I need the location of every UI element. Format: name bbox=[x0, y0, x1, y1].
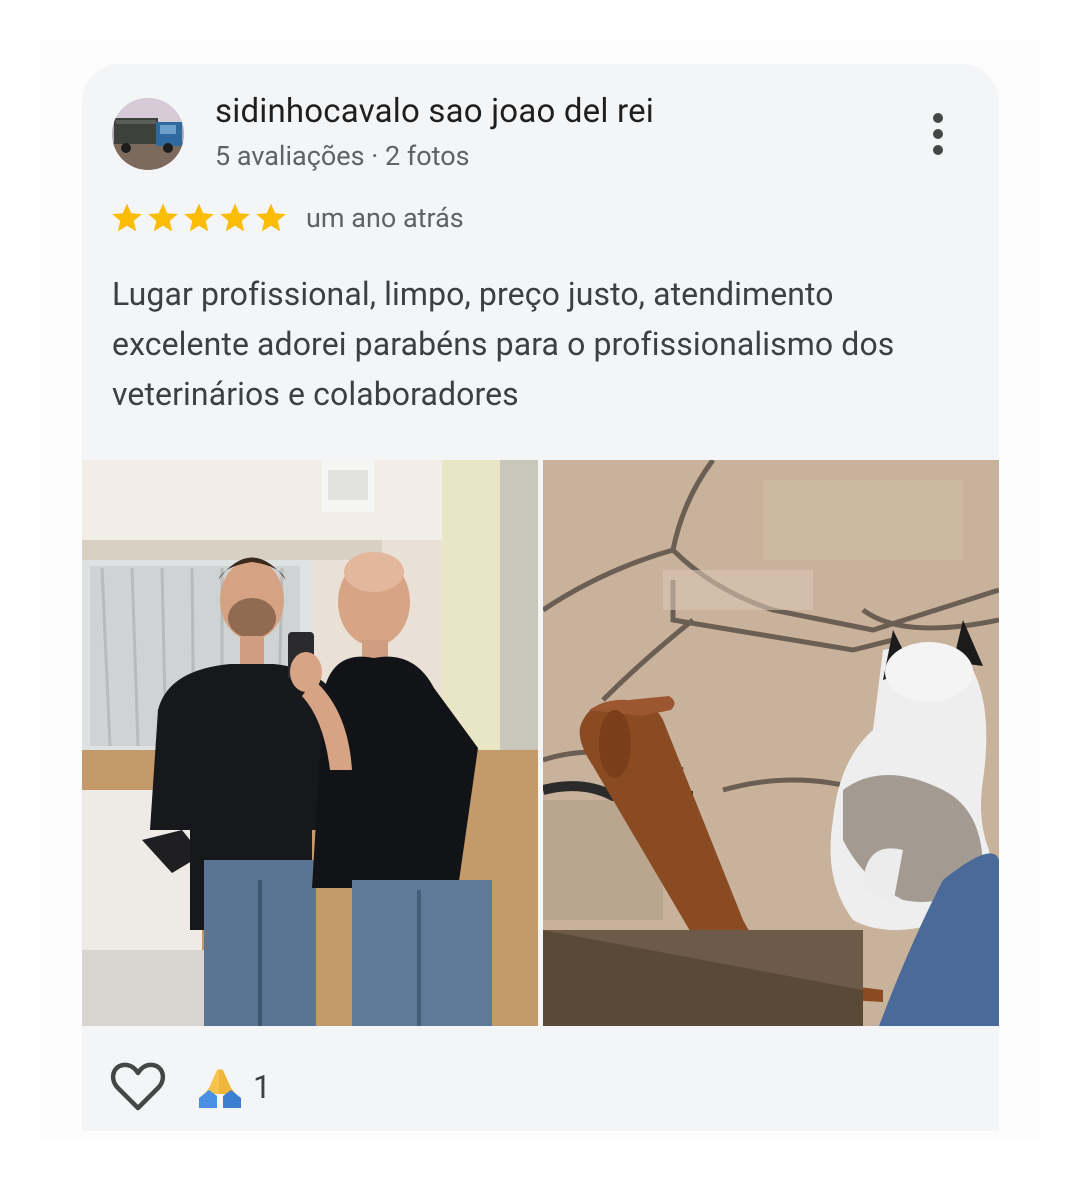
star-icon bbox=[256, 203, 286, 232]
reaction-summary[interactable]: 1 bbox=[199, 1064, 271, 1110]
heart-outline-icon bbox=[110, 1062, 166, 1111]
folded-hands-icon bbox=[199, 1069, 241, 1108]
review-text: Lugar profissional, limpo, preço justo, … bbox=[112, 275, 895, 413]
star-icon bbox=[184, 203, 214, 232]
review-card: sidinhocavalo sao joao del rei 5 avaliaç… bbox=[82, 64, 999, 1131]
star-icon bbox=[112, 203, 142, 232]
more-vert-icon bbox=[933, 113, 943, 123]
author-avatar[interactable] bbox=[112, 98, 184, 170]
more-options-button[interactable] bbox=[912, 106, 964, 162]
star-icon bbox=[148, 203, 178, 232]
reaction-count: 1 bbox=[253, 1068, 271, 1106]
star-rating bbox=[111, 202, 287, 234]
review-photo-dogs[interactable] bbox=[543, 460, 999, 1026]
review-photo-selfie[interactable] bbox=[82, 460, 538, 1026]
star-icon bbox=[220, 203, 250, 232]
more-vert-icon-dot bbox=[933, 129, 943, 139]
more-vert-icon-dot bbox=[933, 145, 943, 155]
author-name[interactable]: sidinhocavalo sao joao del rei bbox=[215, 92, 654, 131]
author-stats: 5 avaliações · 2 fotos bbox=[215, 140, 470, 172]
review-time: um ano atrás bbox=[306, 202, 464, 234]
like-button[interactable] bbox=[110, 1061, 166, 1113]
